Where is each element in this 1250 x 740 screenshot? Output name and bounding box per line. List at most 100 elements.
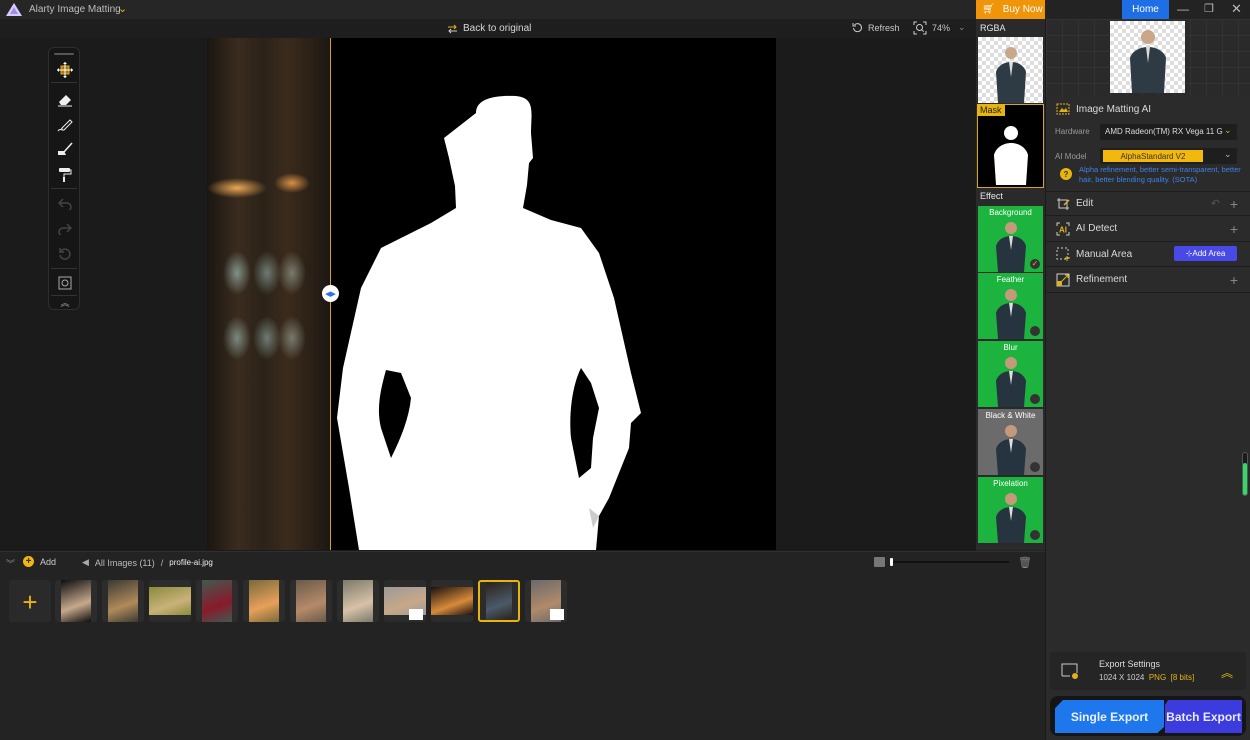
paint-tool[interactable] [55, 140, 75, 160]
add-image-button[interactable]: + Add [23, 556, 56, 567]
image-matting-ai-section: Image Matting AI [1046, 97, 1250, 121]
refinement-label: Refinement [1076, 274, 1128, 285]
ai-detect-section[interactable]: AI AI Detect + [1046, 216, 1250, 242]
back-arrow-icon[interactable]: ◀ [82, 557, 89, 568]
thumbnail-lights-bokeh[interactable] [431, 580, 473, 622]
redo-button[interactable] [55, 219, 75, 239]
rgba-thumbnail[interactable] [978, 37, 1043, 103]
ai-model-value[interactable]: AlphaStandard V2 [1103, 150, 1203, 162]
all-images-link[interactable]: All Images (11) [95, 558, 155, 568]
thumbnail-bearded-man[interactable] [525, 580, 567, 622]
mask-silhouette [337, 95, 641, 550]
effect-pixelation[interactable]: Pixelation [978, 477, 1043, 543]
move-tool[interactable] [55, 60, 75, 80]
trash-icon[interactable]: 🗑︎ [1018, 556, 1032, 569]
image-matting-icon [1056, 103, 1070, 115]
thumbnail-size-icon [874, 557, 885, 567]
fit-screen-icon [58, 276, 72, 290]
effect-label: Pixelation [993, 479, 1028, 488]
title-bar [0, 0, 976, 19]
panel-scrollbar-thumb[interactable] [1243, 463, 1247, 495]
refinement-add-icon[interactable]: + [1230, 272, 1238, 288]
close-icon[interactable]: ✕ [1231, 1, 1242, 17]
undo-button[interactable] [55, 194, 75, 214]
zoom-level: 74% [932, 23, 951, 33]
refresh-button[interactable]: Refresh [852, 22, 900, 33]
thumbnail-woman-flowers[interactable] [337, 580, 379, 622]
expand-export-icon[interactable]: ︽ [1221, 664, 1233, 681]
original-image-preview [207, 38, 331, 550]
paint-brush-icon [58, 142, 73, 155]
edit-undo-icon[interactable]: ↶ [1211, 197, 1220, 210]
help-icon[interactable]: ? [1060, 168, 1072, 180]
move-icon [57, 62, 73, 78]
collapse-tray-icon[interactable]: ︾ [6, 557, 15, 570]
thumbnail-image [249, 580, 279, 622]
export-size: 1024 X 1024 [1099, 673, 1145, 682]
export-settings-icon [1061, 663, 1078, 679]
person-cutout [996, 47, 1026, 103]
effect-label: Blur [1003, 343, 1018, 352]
hardware-chevron-icon[interactable]: ⌄ [1224, 125, 1232, 136]
minimize-icon[interactable]: — [1177, 2, 1189, 16]
refinement-section[interactable]: Refinement + [1046, 267, 1250, 293]
roller-tool[interactable] [55, 165, 75, 185]
brush-tool[interactable] [55, 115, 75, 135]
ai-model-chevron-icon[interactable]: ⌄ [1224, 149, 1232, 160]
refresh-icon [852, 23, 862, 33]
status-dot [1030, 394, 1040, 404]
drag-handle[interactable] [54, 53, 74, 55]
thumbnail-blonde-woman[interactable] [384, 580, 426, 622]
hardware-select[interactable]: AMD Radeon(TM) RX Vega 11 G [1100, 124, 1237, 140]
eraser-tool[interactable] [55, 90, 75, 110]
reset-button[interactable] [55, 244, 75, 264]
thumbnail-red-dress-forest[interactable] [196, 580, 238, 622]
effect-black-white[interactable]: Black & White [978, 409, 1043, 475]
batch-export-button[interactable]: Batch Export [1165, 700, 1242, 733]
zoom-control[interactable]: 74% [913, 21, 950, 35]
thumbnail-feathers[interactable] [102, 580, 144, 622]
effect-blur[interactable]: Blur [978, 341, 1043, 407]
zoom-dropdown-chevron-icon[interactable]: ⌄ [958, 22, 966, 33]
mask-thumbnail[interactable] [977, 104, 1044, 188]
thumbnail-bicycle[interactable] [149, 580, 191, 622]
export-settings-title: Export Settings [1099, 659, 1161, 669]
compare-split-handle[interactable]: ◀▶ [322, 285, 339, 302]
thumbnail-woman-roses[interactable] [290, 580, 332, 622]
effect-label: Black & White [985, 411, 1036, 420]
plus-icon: + [22, 587, 38, 617]
thumbnail-profile-ai[interactable] [478, 580, 520, 622]
app-title: Alarty Image Matting [29, 4, 121, 15]
add-image-tile[interactable]: + [9, 580, 51, 622]
thumbnail-image [108, 580, 138, 622]
thumbnail-flower-bouquet-woman[interactable] [243, 580, 285, 622]
edit-label: Edit [1076, 198, 1094, 209]
thumbnail-size-knob[interactable] [890, 558, 893, 566]
breadcrumb-separator: / [160, 557, 164, 568]
thumbnail-size-slider[interactable] [891, 561, 1009, 563]
result-preview-image[interactable] [1110, 21, 1185, 93]
thumbnail-image [202, 580, 232, 622]
app-menu-chevron-icon[interactable]: ⌄ [118, 2, 127, 15]
edit-section[interactable]: Edit ↶ + [1046, 191, 1250, 216]
roller-icon [59, 168, 72, 182]
thumbnail-jellyfish[interactable] [55, 580, 97, 622]
home-button[interactable]: Home [1122, 0, 1169, 19]
fit-screen-button[interactable] [55, 273, 75, 293]
breadcrumb: ◀ All Images (11) / profile-ai.jpg [82, 557, 213, 568]
edit-add-icon[interactable]: + [1230, 196, 1238, 212]
single-export-button[interactable]: Single Export [1055, 700, 1164, 733]
ai-detect-add-icon[interactable]: + [1230, 221, 1238, 237]
add-area-button[interactable]: ⊹ Add Area [1174, 246, 1237, 261]
manual-area-icon [1056, 247, 1070, 261]
maximize-icon[interactable]: ❐ [1204, 2, 1214, 15]
effect-feather[interactable]: Feather [978, 273, 1043, 339]
collapse-toolbar-button[interactable]: ︽ [55, 295, 75, 309]
image-matting-title: Image Matting AI [1076, 103, 1152, 115]
back-to-original-label: Back to original [463, 23, 532, 34]
buy-now-button[interactable]: 🛒︎ Buy Now [976, 0, 1045, 19]
hardware-label: Hardware [1055, 127, 1090, 136]
back-to-original-button[interactable]: Back to original [447, 23, 531, 34]
effect-background[interactable]: Background ✓ [978, 206, 1043, 272]
thumbnail-image [149, 587, 191, 615]
